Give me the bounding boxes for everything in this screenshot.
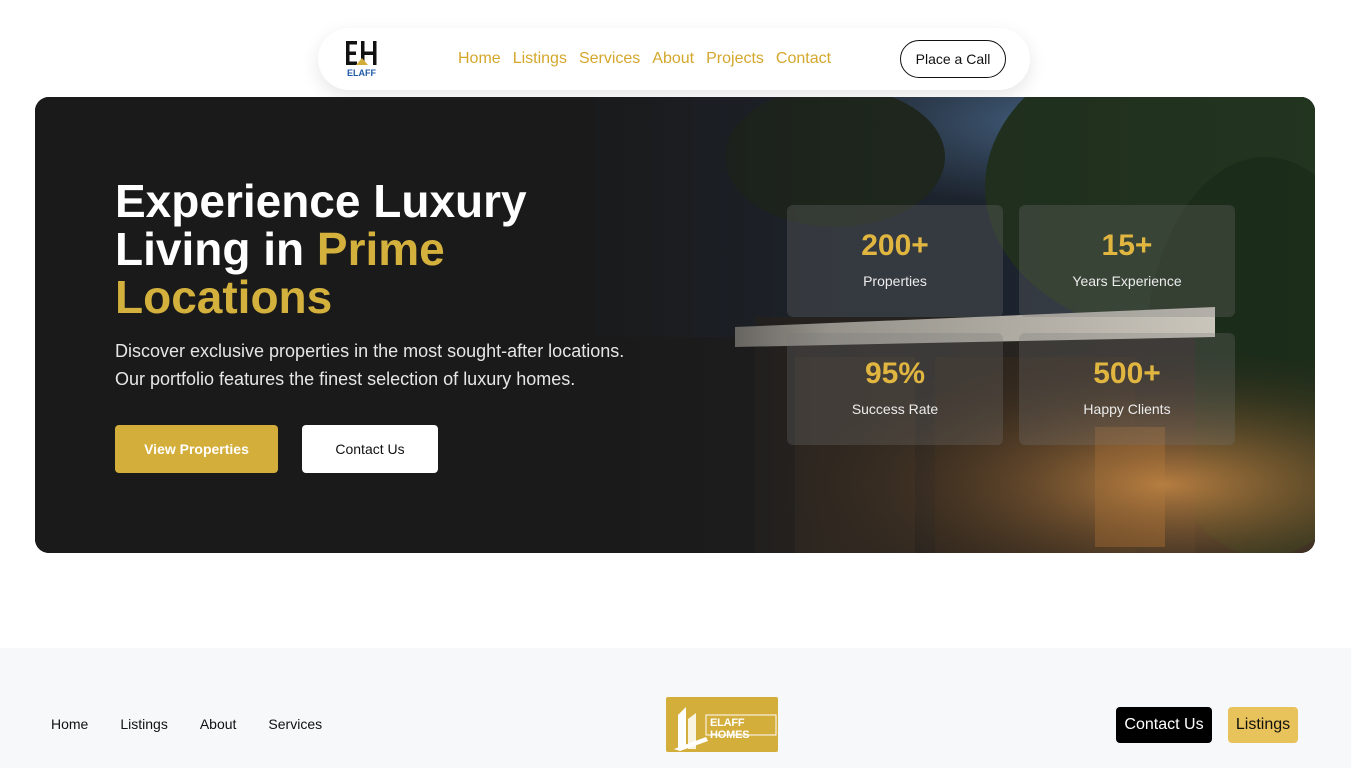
stat-label: Years Experience xyxy=(1072,273,1182,289)
nav-link-projects[interactable]: Projects xyxy=(706,50,764,68)
nav-link-about[interactable]: About xyxy=(652,50,694,68)
hero-title: Experience Luxury Living in Prime Locati… xyxy=(115,177,675,321)
footer-link-services[interactable]: Services xyxy=(268,716,322,732)
stat-card-success-rate: 95% Success Rate xyxy=(787,333,1003,445)
footer-link-about[interactable]: About xyxy=(200,716,237,732)
hero-title-highlight-locations: Locations xyxy=(115,271,333,323)
footer: Home Listings About Services ELAFF HOMES… xyxy=(0,648,1351,768)
footer-contact-us-button[interactable]: Contact Us xyxy=(1116,707,1212,743)
nav-link-listings[interactable]: Listings xyxy=(513,50,567,68)
hero-title-highlight-prime: Prime xyxy=(316,223,445,275)
stat-value: 500+ xyxy=(1093,357,1161,390)
hero-section: Experience Luxury Living in Prime Locati… xyxy=(35,97,1315,553)
stat-card-happy-clients: 500+ Happy Clients xyxy=(1019,333,1235,445)
nav-link-contact[interactable]: Contact xyxy=(776,50,831,68)
hero-background-image xyxy=(35,97,1315,553)
hero-contact-us-button[interactable]: Contact Us xyxy=(302,425,438,473)
nav-link-services[interactable]: Services xyxy=(579,50,640,68)
hero-description: Discover exclusive properties in the mos… xyxy=(115,337,675,393)
nav-link-home[interactable]: Home xyxy=(458,50,501,68)
view-properties-button[interactable]: View Properties xyxy=(115,425,278,473)
footer-listings-button[interactable]: Listings xyxy=(1228,707,1298,743)
footer-link-listings[interactable]: Listings xyxy=(120,716,167,732)
stat-card-years-experience: 15+ Years Experience xyxy=(1019,205,1235,317)
footer-logo-text: ELAFF HOMES xyxy=(710,717,750,741)
top-navbar: ELAFF Home Listings Services About Proje… xyxy=(318,28,1030,90)
hero-description-line1: Discover exclusive properties in the mos… xyxy=(115,341,625,361)
hero-title-line1: Experience Luxury xyxy=(115,175,527,227)
footer-brand-logo[interactable]: ELAFF HOMES xyxy=(666,697,778,752)
hero-description-line2: Our portfolio features the finest select… xyxy=(115,369,576,389)
stat-value: 95% xyxy=(864,357,926,390)
svg-text:ELAFF: ELAFF xyxy=(347,68,376,78)
brand-logo[interactable]: ELAFF xyxy=(346,39,378,79)
stat-value: 200+ xyxy=(861,229,929,262)
place-call-button[interactable]: Place a Call xyxy=(900,40,1006,78)
stat-card-properties: 200+ Properties xyxy=(787,205,1003,317)
hero-title-line2: Living in xyxy=(115,223,317,275)
stat-label: Success Rate xyxy=(851,401,939,417)
footer-links: Home Listings About Services xyxy=(51,716,322,732)
stat-label: Happy Clients xyxy=(1083,401,1171,417)
stat-value: 15+ xyxy=(1101,229,1153,262)
stat-label: Properties xyxy=(863,273,927,289)
footer-link-home[interactable]: Home xyxy=(51,716,88,732)
nav-links: Home Listings Services About Projects Co… xyxy=(458,28,831,90)
